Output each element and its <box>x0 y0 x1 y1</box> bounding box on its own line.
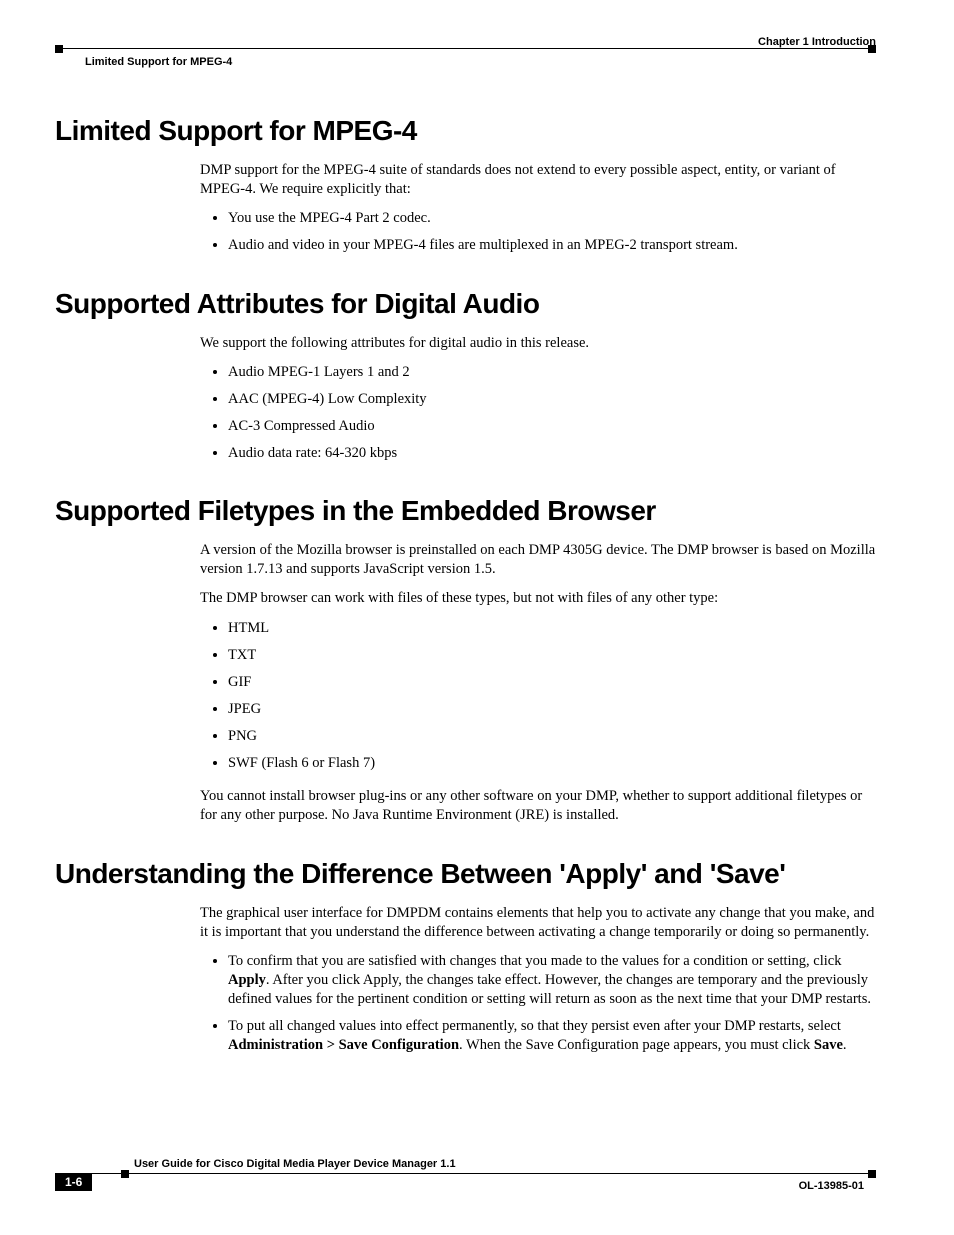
paragraph: You cannot install browser plug-ins or a… <box>200 787 876 825</box>
list-item: AAC (MPEG-4) Low Complexity <box>228 390 876 409</box>
text-run: To confirm that you are satisfied with c… <box>228 953 841 969</box>
paragraph: DMP support for the MPEG-4 suite of stan… <box>200 161 876 199</box>
list-item: You use the MPEG-4 Part 2 codec. <box>228 209 876 228</box>
list-item: Audio and video in your MPEG-4 files are… <box>228 236 876 255</box>
text-run: To put all changed values into effect pe… <box>228 1018 841 1034</box>
list-item: AC-3 Compressed Audio <box>228 417 876 436</box>
header-rule <box>55 48 876 49</box>
bullet-list: Audio MPEG-1 Layers 1 and 2 AAC (MPEG-4)… <box>200 363 876 464</box>
section-heading: Supported Attributes for Digital Audio <box>55 288 876 320</box>
list-item: Audio MPEG-1 Layers 1 and 2 <box>228 363 876 382</box>
bold-text: Save <box>814 1037 843 1053</box>
footer-guide-title: User Guide for Cisco Digital Media Playe… <box>134 1158 456 1170</box>
list-item: To confirm that you are satisfied with c… <box>228 952 876 1009</box>
chapter-label: Chapter 1 Introduction <box>758 36 876 48</box>
list-item: To put all changed values into effect pe… <box>228 1017 876 1055</box>
bullet-list: HTML TXT GIF JPEG PNG SWF (Flash 6 or Fl… <box>200 619 876 774</box>
list-item: TXT <box>228 646 876 665</box>
paragraph: We support the following attributes for … <box>200 334 876 353</box>
footer-marker-left <box>121 1170 129 1178</box>
text-run: . <box>843 1037 847 1053</box>
footer-rule <box>55 1173 876 1174</box>
list-item: SWF (Flash 6 or Flash 7) <box>228 754 876 773</box>
list-item: PNG <box>228 727 876 746</box>
footer-doc-id: OL-13985-01 <box>799 1180 864 1192</box>
list-item: JPEG <box>228 700 876 719</box>
paragraph: The DMP browser can work with files of t… <box>200 589 876 608</box>
paragraph: The graphical user interface for DMPDM c… <box>200 904 876 942</box>
header-marker-left <box>55 45 63 53</box>
page-number: 1-6 <box>55 1173 92 1191</box>
footer-marker-right <box>868 1170 876 1178</box>
list-item: GIF <box>228 673 876 692</box>
section-heading: Understanding the Difference Between 'Ap… <box>55 858 876 890</box>
bullet-list: To confirm that you are satisfied with c… <box>200 952 876 1056</box>
section-heading: Limited Support for MPEG-4 <box>55 115 876 147</box>
bold-text: Apply <box>228 972 266 988</box>
text-run: . After you click Apply, the changes tak… <box>228 972 871 1007</box>
text-run: . When the Save Configuration page appea… <box>459 1037 814 1053</box>
bullet-list: You use the MPEG-4 Part 2 codec. Audio a… <box>200 209 876 255</box>
paragraph: A version of the Mozilla browser is prei… <box>200 541 876 579</box>
section-heading: Supported Filetypes in the Embedded Brow… <box>55 495 876 527</box>
list-item: Audio data rate: 64-320 kbps <box>228 444 876 463</box>
list-item: HTML <box>228 619 876 638</box>
bold-text: Administration > Save Configuration <box>228 1037 459 1053</box>
breadcrumb: Limited Support for MPEG-4 <box>85 56 232 68</box>
header-marker-right <box>868 45 876 53</box>
